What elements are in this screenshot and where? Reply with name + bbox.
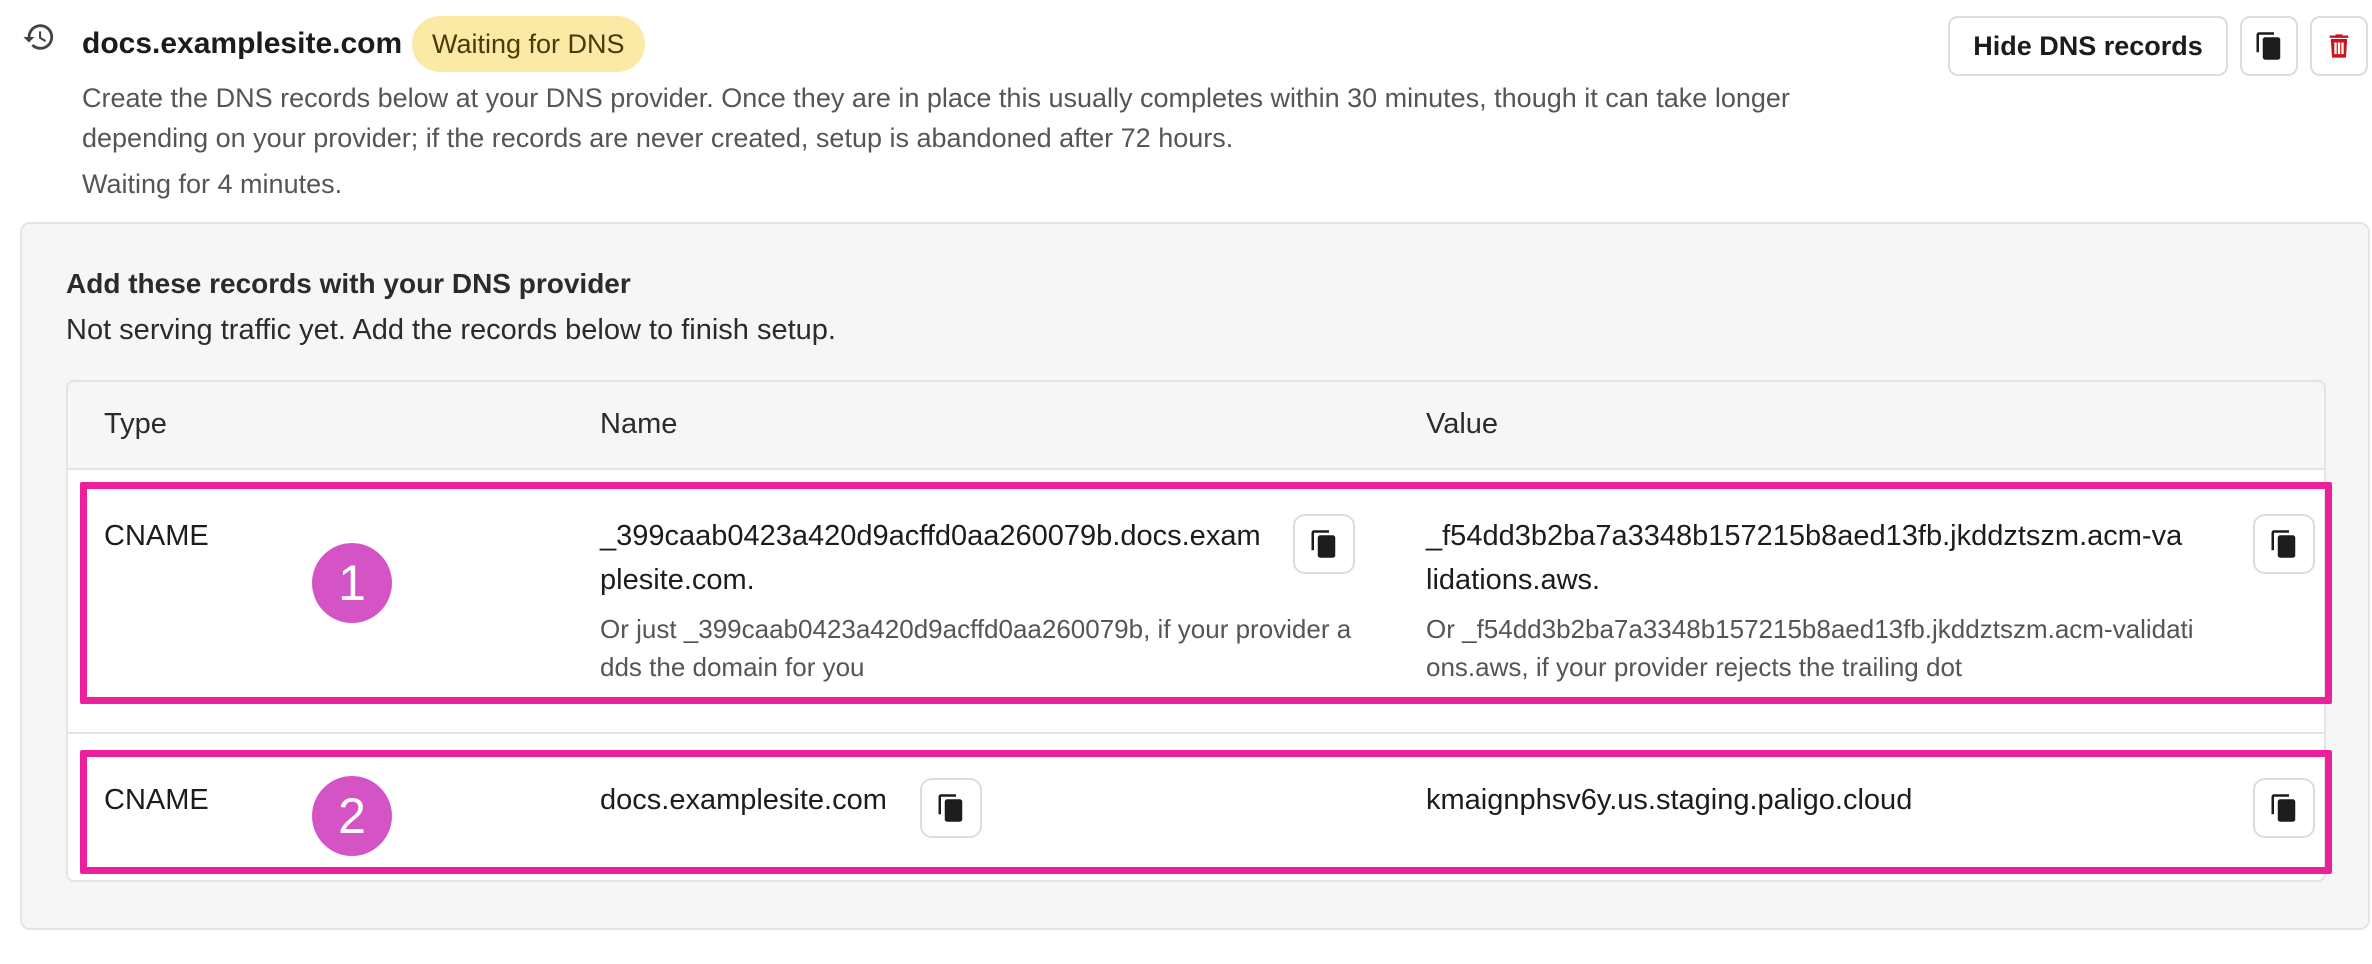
highlight-box-2 (80, 750, 2332, 874)
table-header (66, 380, 2326, 470)
delete-button[interactable] (2310, 16, 2368, 76)
annotation-marker-1: 1 (312, 543, 392, 623)
status-badge: Waiting for DNS (412, 16, 645, 72)
annotation-marker-2: 2 (312, 776, 392, 856)
history-icon (23, 24, 54, 50)
column-header-type: Type (104, 408, 167, 440)
copy-button[interactable] (2240, 16, 2298, 76)
domain-title: docs.examplesite.com (82, 27, 403, 60)
panel-subtitle: Not serving traffic yet. Add the records… (66, 314, 836, 346)
hide-dns-records-button[interactable]: Hide DNS records (1948, 16, 2228, 76)
column-header-value: Value (1426, 408, 1499, 440)
row-divider (68, 732, 2324, 734)
column-header-name: Name (600, 408, 678, 440)
copy-icon (2256, 32, 2281, 60)
panel-title: Add these records with your DNS provider (66, 268, 631, 299)
setup-description: Create the DNS records below at your DNS… (82, 83, 1790, 153)
highlight-box-1 (80, 482, 2332, 704)
waiting-duration: Waiting for 4 minutes. (82, 169, 343, 199)
trash-icon (2329, 34, 2349, 58)
